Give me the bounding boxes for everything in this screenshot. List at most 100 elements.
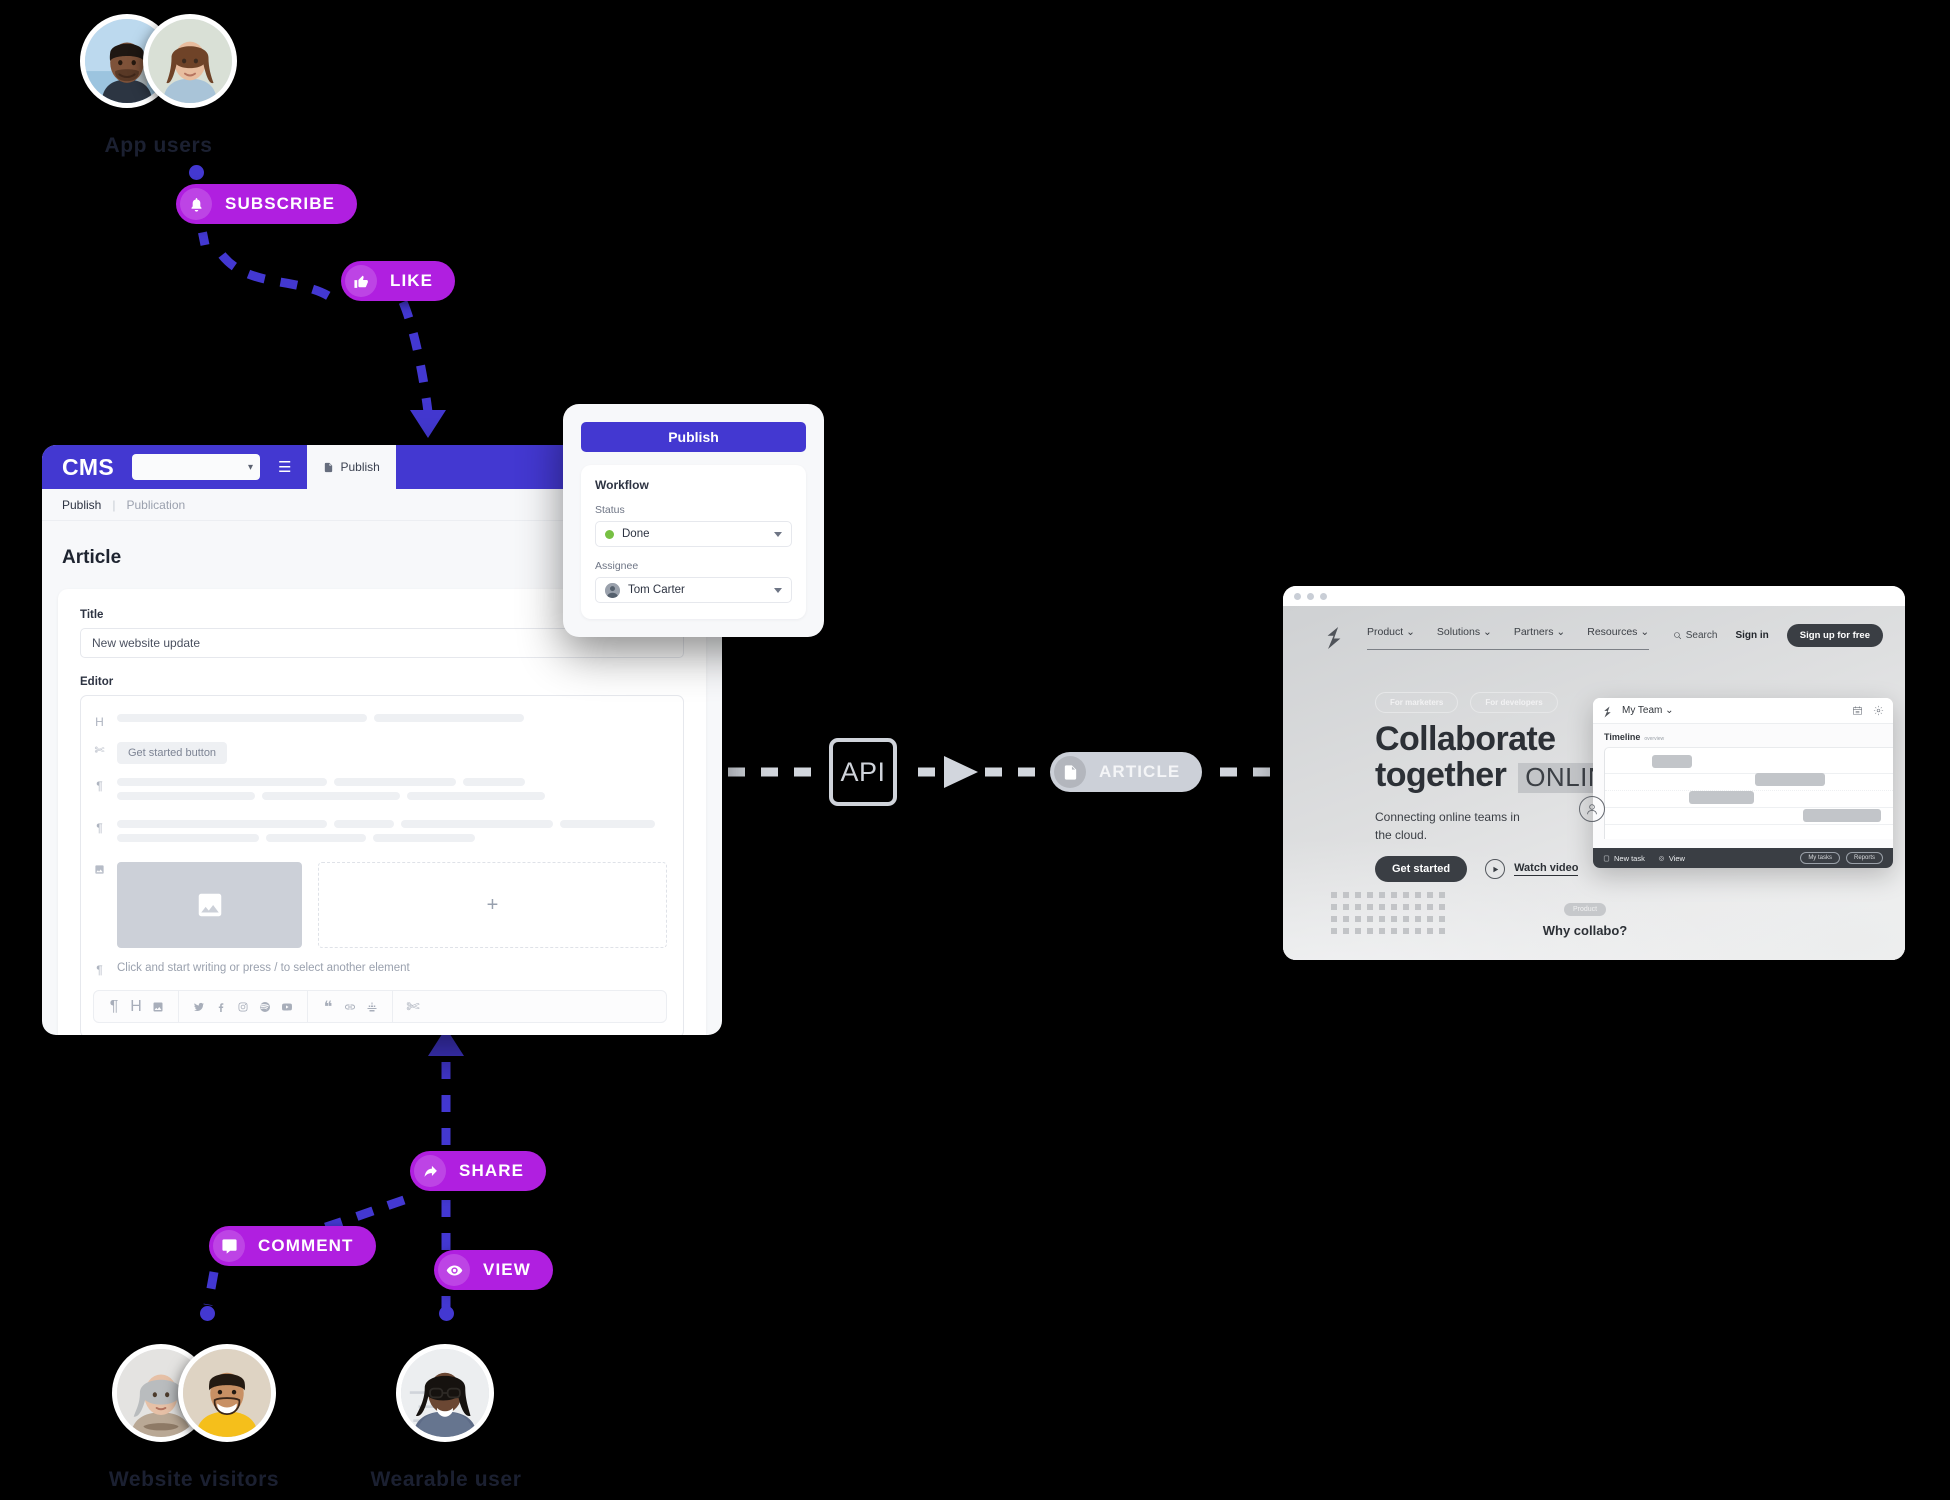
- action-pill-share[interactable]: SHARE: [410, 1151, 547, 1191]
- editor-chip-button[interactable]: Get started button: [117, 742, 228, 764]
- cms-tab-label: Publish: [340, 460, 380, 474]
- action-label-subscribe: SUBSCRIBE: [225, 194, 336, 213]
- action-label-view: VIEW: [483, 1260, 531, 1279]
- chevron-down-icon: ▾: [247, 461, 254, 473]
- eye-icon: [438, 1254, 470, 1286]
- article-token: ARTICLE: [1050, 752, 1203, 792]
- browser-titlebar: [1283, 586, 1905, 606]
- action-pill-comment[interactable]: COMMENT: [209, 1226, 376, 1266]
- youtube-icon[interactable]: [276, 1001, 298, 1013]
- audience-tags: For marketers For developers: [1375, 692, 1558, 713]
- editor-field-label: Editor: [80, 676, 114, 688]
- editor-image-placeholder[interactable]: [117, 862, 302, 948]
- image-placeholder-icon: [198, 893, 221, 917]
- code-icon[interactable]: ✄: [402, 997, 424, 1017]
- paragraph-icon[interactable]: ¶: [103, 998, 125, 1016]
- watch-video-label: Watch video: [1514, 862, 1579, 876]
- cms-site-select[interactable]: ▾: [132, 454, 261, 480]
- editor-block-heading[interactable]: H: [93, 714, 667, 728]
- editor-block-paragraph-1[interactable]: ¶: [93, 778, 667, 806]
- comment-icon: [213, 1230, 245, 1262]
- heading-icon[interactable]: H: [125, 998, 147, 1016]
- search-label: Search: [1685, 630, 1718, 641]
- breadcrumb-separator: |: [112, 497, 116, 512]
- cms-tab-publish[interactable]: Publish: [307, 445, 396, 489]
- persona-label-wearable-user: Wearable user: [370, 1468, 522, 1491]
- action-label-like: LIKE: [390, 271, 434, 290]
- my-tasks-chip[interactable]: My tasks: [1800, 852, 1840, 864]
- window-close-dot[interactable]: [1294, 592, 1301, 600]
- twitter-icon[interactable]: [188, 1001, 210, 1013]
- avatar-app-user-2: [143, 14, 237, 108]
- watch-video-link[interactable]: Watch video: [1485, 859, 1579, 879]
- assignee-select[interactable]: Tom Carter: [595, 577, 792, 603]
- site-nav-actions: Search Sign in Sign up for free: [1673, 624, 1883, 652]
- spotify-icon[interactable]: [254, 1001, 276, 1013]
- window-maximize-dot[interactable]: [1320, 592, 1327, 600]
- status-select[interactable]: Done: [595, 521, 792, 547]
- headline-line-2: together: [1375, 756, 1507, 795]
- view-button[interactable]: View: [1658, 854, 1685, 863]
- api-node: API: [829, 738, 897, 806]
- editor-block-button[interactable]: ✄ Get started button: [93, 742, 667, 764]
- sign-up-button[interactable]: Sign up for free: [1786, 624, 1883, 647]
- connector-dot-comment: [200, 1306, 215, 1321]
- tag-for-developers[interactable]: For developers: [1470, 692, 1558, 713]
- user-avatar-icon: [1579, 796, 1605, 822]
- get-started-button[interactable]: Get started: [1375, 856, 1468, 882]
- new-task-button[interactable]: New task: [1603, 854, 1645, 863]
- status-value: Done: [622, 528, 650, 540]
- play-icon: [1485, 859, 1506, 879]
- team-selector[interactable]: My Team ⌄: [1622, 705, 1674, 716]
- breadcrumb-parent[interactable]: Publication: [126, 498, 185, 512]
- action-pill-like[interactable]: LIKE: [341, 261, 456, 301]
- workflow-card: Workflow Status Done Assignee Tom Carter: [581, 465, 806, 619]
- nav-item-resources[interactable]: Resources ⌄: [1587, 626, 1649, 638]
- persona-label-website-visitors: Website visitors: [108, 1468, 280, 1491]
- workflow-heading: Workflow: [595, 478, 649, 492]
- persona-label-app-users: App users: [104, 134, 213, 157]
- embed-icon[interactable]: [361, 1001, 383, 1013]
- website-preview-window: Product ⌄ Solutions ⌄ Partners ⌄ Resourc…: [1283, 586, 1905, 960]
- timeline-bar: [1652, 755, 1692, 768]
- quote-icon[interactable]: ❝: [317, 997, 339, 1017]
- tag-for-marketers[interactable]: For marketers: [1375, 692, 1459, 713]
- timeline-bar: [1803, 809, 1881, 822]
- sign-in-link[interactable]: Sign in: [1735, 630, 1768, 641]
- link-icon[interactable]: [339, 1001, 361, 1013]
- action-pill-subscribe[interactable]: SUBSCRIBE: [176, 184, 358, 224]
- window-minimize-dot[interactable]: [1307, 592, 1314, 600]
- image-icon[interactable]: [147, 1001, 169, 1013]
- action-pill-view[interactable]: VIEW: [434, 1250, 553, 1290]
- nav-item-partners[interactable]: Partners ⌄: [1514, 626, 1565, 638]
- breadcrumb-current[interactable]: Publish: [62, 498, 101, 512]
- editor-toolbar[interactable]: ¶ H ❝ ✄: [93, 990, 667, 1023]
- share-icon: [414, 1155, 446, 1187]
- gear-icon[interactable]: [1873, 705, 1884, 716]
- editor-block-paragraph-2[interactable]: ¶: [93, 820, 667, 848]
- article-form-card: Title New website update Editor H ✄ Get …: [58, 589, 706, 1035]
- facebook-icon[interactable]: [210, 1001, 232, 1013]
- code-icon: ✄: [94, 743, 105, 757]
- avatar-wearable-user: [396, 1344, 494, 1442]
- calendar-icon[interactable]: [1852, 705, 1863, 716]
- assignee-avatar: [605, 582, 620, 598]
- nav-item-solutions[interactable]: Solutions ⌄: [1437, 626, 1492, 638]
- chevron-down-icon: [774, 587, 782, 593]
- publish-button[interactable]: Publish: [581, 422, 806, 452]
- editor-block-placeholder[interactable]: ¶ Click and start writing or press / to …: [93, 962, 667, 976]
- heading-icon: H: [95, 715, 104, 729]
- reports-chip[interactable]: Reports: [1845, 852, 1883, 864]
- hero-cta-group: Get started Watch video: [1375, 856, 1579, 882]
- hamburger-icon[interactable]: ☰: [278, 458, 291, 476]
- timeline-bar: [1689, 791, 1754, 804]
- search-button[interactable]: Search: [1673, 630, 1718, 641]
- avatar-website-visitor-2: [178, 1344, 276, 1442]
- rich-text-editor[interactable]: H ✄ Get started button ¶ ¶ + ¶ Click and…: [80, 695, 684, 1035]
- why-collabo-section: Product Why collabo?: [1505, 898, 1665, 938]
- editor-add-block-dropzone[interactable]: +: [318, 862, 667, 948]
- instagram-icon[interactable]: [232, 1001, 254, 1013]
- why-collabo-title: Why collabo?: [1542, 923, 1628, 938]
- editor-block-image[interactable]: +: [93, 862, 667, 948]
- nav-item-product[interactable]: Product ⌄: [1367, 626, 1415, 638]
